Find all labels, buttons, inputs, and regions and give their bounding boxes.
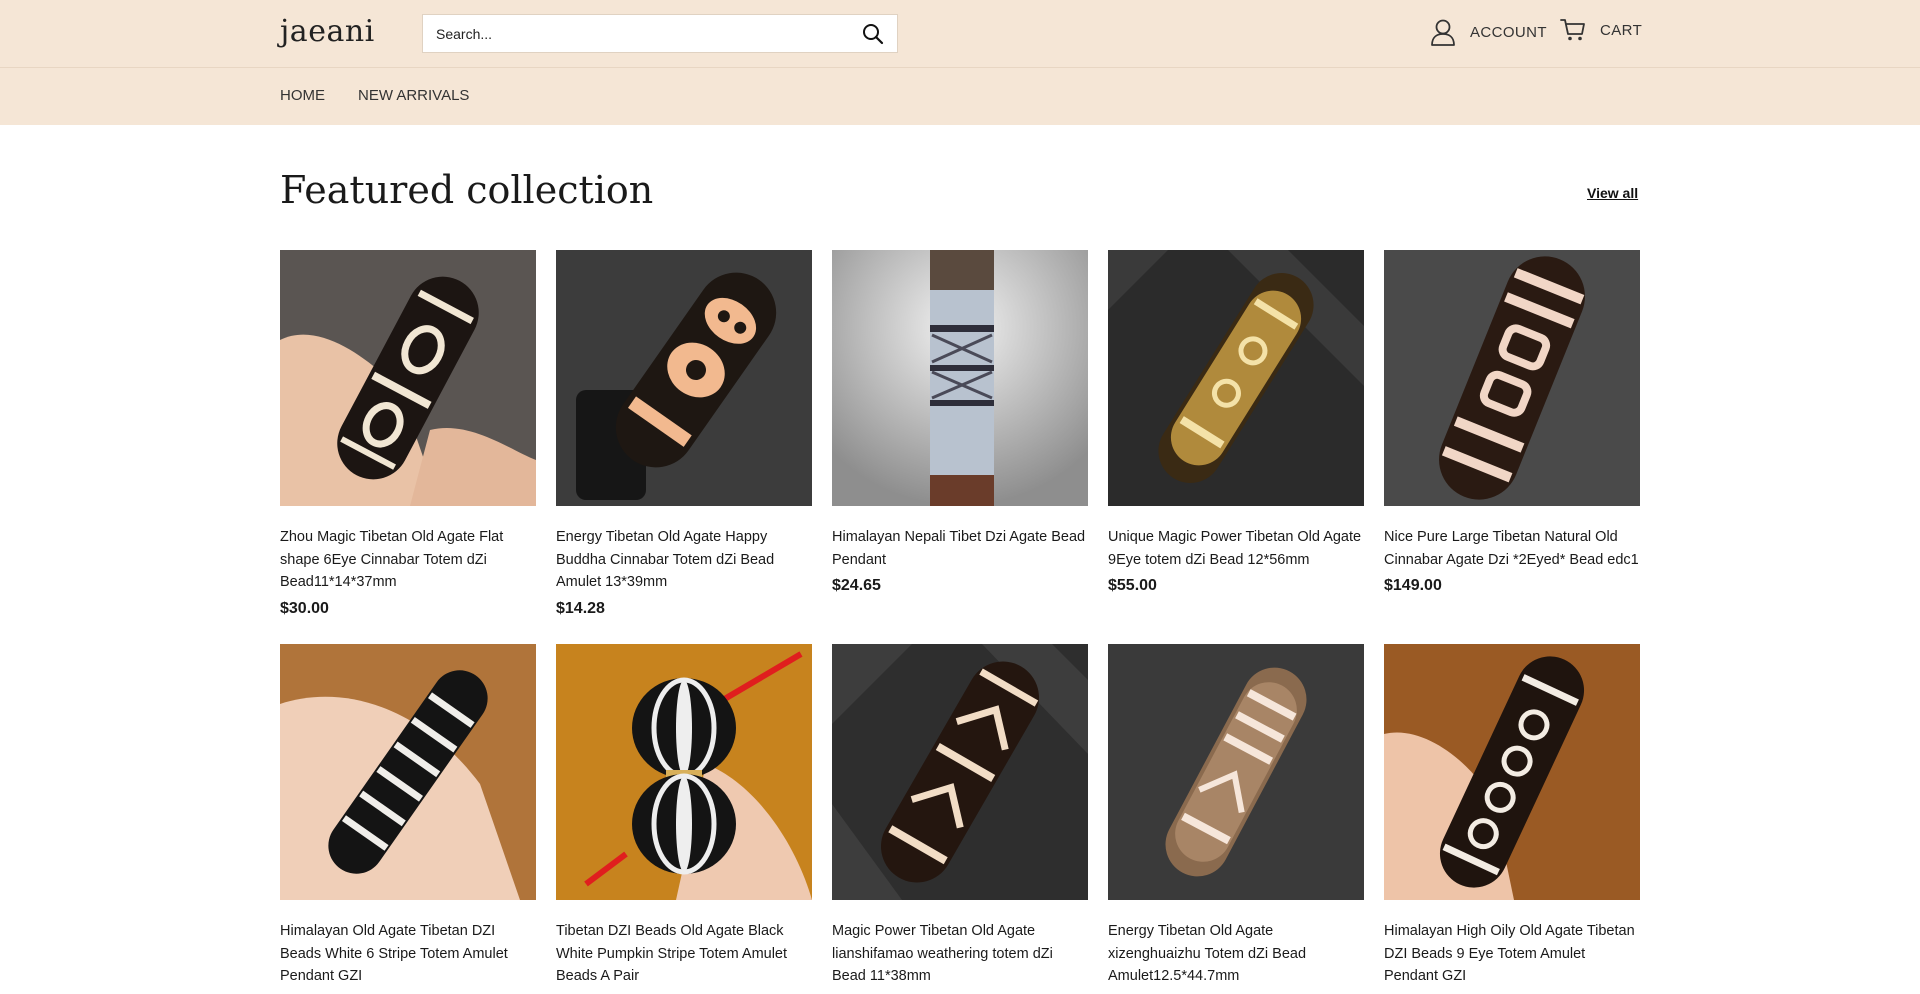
account-label: ACCOUNT bbox=[1470, 23, 1547, 41]
account-link[interactable]: ACCOUNT bbox=[1430, 18, 1547, 46]
product-image[interactable] bbox=[1384, 250, 1640, 506]
product-title[interactable]: Nice Pure Large Tibetan Natural Old Cinn… bbox=[1384, 526, 1640, 571]
product-title[interactable]: Himalayan Old Agate Tibetan DZI Beads Wh… bbox=[280, 920, 536, 988]
product-title[interactable]: Zhou Magic Tibetan Old Agate Flat shape … bbox=[280, 526, 536, 594]
nav-item-home[interactable]: HOME bbox=[280, 87, 325, 104]
product-image[interactable] bbox=[1108, 250, 1364, 506]
section-title: Featured collection bbox=[280, 168, 654, 212]
cart-icon bbox=[1560, 19, 1585, 41]
product-title[interactable]: Energy Tibetan Old Agate xizenghuaizhu T… bbox=[1108, 920, 1364, 988]
product-title[interactable]: Energy Tibetan Old Agate Happy Buddha Ci… bbox=[556, 526, 812, 594]
product-title[interactable]: Himalayan High Oily Old Agate Tibetan DZ… bbox=[1384, 920, 1640, 988]
product-price: $30.00 bbox=[280, 599, 329, 617]
product-card[interactable]: Nice Pure Large Tibetan Natural Old Cinn… bbox=[1384, 250, 1640, 595]
product-card[interactable]: Zhou Magic Tibetan Old Agate Flat shape … bbox=[280, 250, 536, 618]
product-card[interactable]: Energy Tibetan Old Agate xizenghuaizhu T… bbox=[1108, 644, 1364, 994]
product-price: $14.28 bbox=[556, 599, 605, 617]
product-image[interactable] bbox=[832, 250, 1088, 506]
search-input[interactable] bbox=[423, 15, 849, 52]
product-card[interactable]: Magic Power Tibetan Old Agate lianshifam… bbox=[832, 644, 1088, 994]
main-nav: HOME NEW ARRIVALS bbox=[0, 68, 1920, 125]
product-card[interactable]: Himalayan Nepali Tibet Dzi Agate Bead Pe… bbox=[832, 250, 1088, 595]
product-card[interactable]: Himalayan High Oily Old Agate Tibetan DZ… bbox=[1384, 644, 1640, 994]
product-image[interactable] bbox=[1384, 644, 1640, 900]
product-card[interactable]: Himalayan Old Agate Tibetan DZI Beads Wh… bbox=[280, 644, 536, 994]
product-image[interactable] bbox=[832, 644, 1088, 900]
product-title[interactable]: Unique Magic Power Tibetan Old Agate 9Ey… bbox=[1108, 526, 1364, 571]
site-header: jaeani ACCOUNT CART bbox=[0, 0, 1920, 68]
user-icon bbox=[1431, 19, 1455, 46]
cart-link[interactable]: CART bbox=[1560, 18, 1642, 42]
product-price: $149.00 bbox=[1384, 577, 1442, 594]
product-image[interactable] bbox=[1108, 644, 1364, 900]
product-price: $24.65 bbox=[832, 577, 881, 594]
cart-label: CART bbox=[1600, 21, 1643, 39]
search-button[interactable] bbox=[849, 15, 897, 52]
product-image[interactable] bbox=[556, 250, 812, 506]
product-title[interactable]: Magic Power Tibetan Old Agate lianshifam… bbox=[832, 920, 1088, 988]
product-card[interactable]: Tibetan DZI Beads Old Agate Black White … bbox=[556, 644, 812, 994]
search-bar bbox=[422, 14, 898, 53]
view-all-link[interactable]: View all bbox=[1587, 185, 1638, 201]
product-image[interactable] bbox=[556, 644, 812, 900]
product-card[interactable]: Energy Tibetan Old Agate Happy Buddha Ci… bbox=[556, 250, 812, 618]
nav-item-new-arrivals[interactable]: NEW ARRIVALS bbox=[358, 87, 469, 104]
site-logo[interactable]: jaeani bbox=[280, 14, 375, 49]
product-card[interactable]: Unique Magic Power Tibetan Old Agate 9Ey… bbox=[1108, 250, 1364, 595]
product-title[interactable]: Himalayan Nepali Tibet Dzi Agate Bead Pe… bbox=[832, 526, 1088, 571]
search-icon bbox=[863, 23, 884, 44]
product-title[interactable]: Tibetan DZI Beads Old Agate Black White … bbox=[556, 920, 812, 988]
product-image[interactable] bbox=[280, 250, 536, 506]
product-price: $55.00 bbox=[1108, 577, 1157, 594]
product-image[interactable] bbox=[280, 644, 536, 900]
